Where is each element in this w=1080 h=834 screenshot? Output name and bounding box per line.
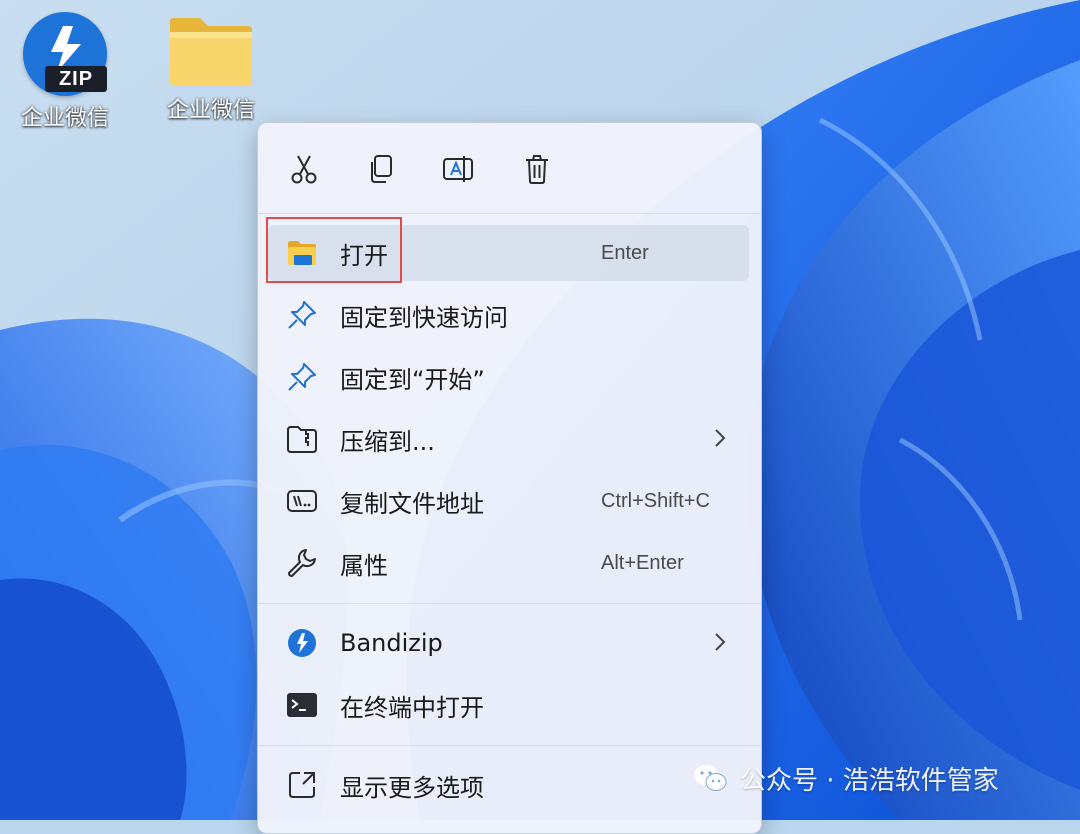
menu-item-shortcut: Ctrl+Shift+C (601, 489, 710, 512)
bandizip-archive-icon: ZIP (23, 12, 107, 96)
bandizip-icon (288, 629, 316, 657)
menu-item-pin-quick-access[interactable]: 固定到快速访问 (268, 287, 749, 343)
show-more-icon (289, 772, 315, 798)
copy-button[interactable] (359, 147, 403, 191)
menu-item-label: 属性 (340, 551, 388, 580)
rename-button[interactable] (436, 147, 480, 191)
delete-icon (526, 155, 548, 184)
copy-path-icon (287, 490, 317, 512)
menu-item-label: 压缩到... (340, 427, 435, 456)
wrench-icon (288, 549, 316, 577)
menu-item-open-terminal[interactable]: 在终端中打开 (268, 677, 749, 733)
menu-item-shortcut: Alt+Enter (601, 551, 684, 574)
menu-item-copy-path[interactable]: 复制文件地址 Ctrl+Shift+C (268, 473, 749, 529)
zip-badge: ZIP (45, 66, 107, 92)
menu-item-pin-start[interactable]: 固定到“开始” (268, 349, 749, 405)
watermark: 公众号 · 浩浩软件管家 (692, 756, 999, 800)
cut-button[interactable] (282, 147, 326, 191)
chevron-right-icon (715, 633, 726, 651)
menu-item-label: 在终端中打开 (340, 693, 484, 722)
menu-item-show-more[interactable]: 显示更多选项 (268, 757, 749, 813)
menu-item-shortcut: Enter (601, 241, 649, 264)
menu-item-label: 显示更多选项 (340, 773, 484, 802)
chevron-right-icon (715, 429, 726, 447)
context-menu-toolbar (258, 123, 761, 213)
desktop-icon-label: 企业微信 (20, 106, 109, 131)
menu-item-label: 固定到快速访问 (340, 303, 508, 332)
compress-icon (287, 426, 317, 453)
separator (258, 745, 761, 746)
pin-icon (288, 301, 316, 329)
menu-item-label: 复制文件地址 (340, 489, 484, 518)
desktop-icon-folder[interactable]: 企业微信 (156, 12, 266, 124)
terminal-icon (287, 693, 317, 717)
cut-icon (291, 155, 317, 184)
menu-item-label: Bandizip (340, 629, 443, 657)
wechat-logo-icon (694, 765, 727, 791)
menu-item-compress[interactable]: 压缩到... (268, 411, 749, 467)
copy-icon (371, 155, 392, 183)
separator (258, 213, 761, 214)
pin-icon (288, 363, 316, 391)
desktop-icon-zip[interactable]: ZIP 企业微信 (10, 12, 120, 132)
menu-item-bandizip[interactable]: Bandizip (268, 615, 749, 671)
folder-icon (170, 18, 252, 86)
highlight-annotation-box (266, 217, 402, 283)
rename-icon (443, 156, 473, 182)
menu-item-properties[interactable]: 属性 Alt+Enter (268, 535, 749, 591)
desktop-icon-label: 企业微信 (166, 98, 255, 123)
menu-item-label: 固定到“开始” (340, 365, 485, 394)
separator (258, 603, 761, 604)
delete-button[interactable] (515, 147, 559, 191)
watermark-text: 公众号 · 浩浩软件管家 (740, 765, 999, 796)
